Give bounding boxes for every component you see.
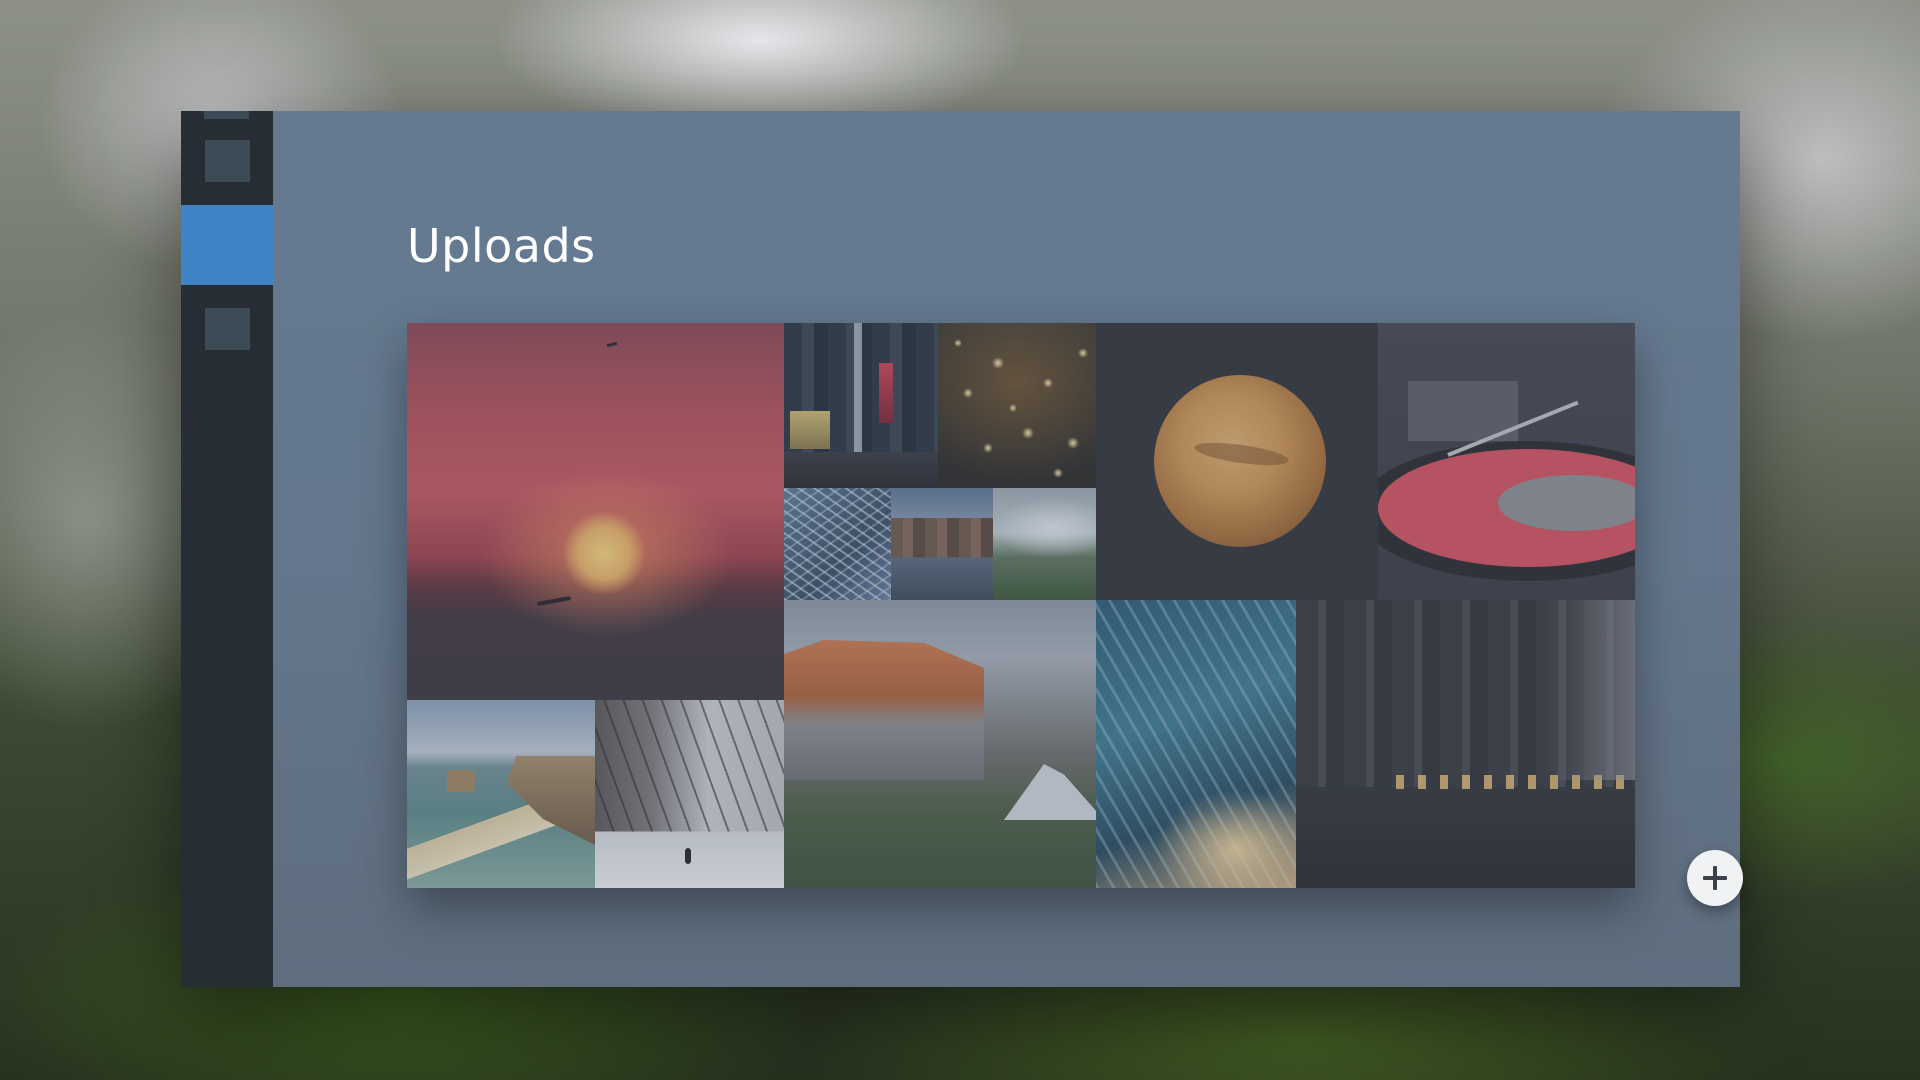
billboard-shape: [790, 411, 830, 449]
nav-square-icon: [204, 140, 250, 182]
sidebar-item-uploads-active[interactable]: [181, 205, 273, 285]
billboard-shape: [879, 363, 893, 423]
fog-shape: [1545, 600, 1635, 780]
sidebar-scroll-stub: [204, 111, 249, 119]
rock-shape: [447, 770, 475, 792]
photo-rainy-city-street[interactable]: [1296, 600, 1635, 888]
photo-pine-branch[interactable]: [784, 488, 891, 600]
record-label-shape: [1498, 475, 1635, 531]
sidebar: [181, 111, 273, 987]
page-title: Uploads: [407, 219, 596, 273]
photo-canal-town[interactable]: [891, 488, 993, 600]
granite-cliff-shape: [784, 640, 984, 780]
crowd-shape: [784, 452, 938, 488]
plus-icon: [1703, 866, 1727, 890]
app-window: Uploads: [181, 111, 1743, 987]
nav-square-icon: [204, 308, 250, 350]
box-shape: [1408, 381, 1518, 441]
tonearm-shape: [1447, 400, 1579, 457]
photo-record-turntable[interactable]: [1378, 323, 1635, 600]
platter-shape: [1378, 441, 1635, 581]
sidebar-item-1[interactable]: [181, 139, 273, 183]
car-lights-shape: [1396, 775, 1626, 789]
cliff-shape: [507, 756, 595, 846]
photo-gallery: [407, 323, 1635, 888]
planet-shape: [1154, 375, 1326, 547]
main-content: Uploads: [273, 111, 1743, 987]
add-upload-button[interactable]: [1687, 850, 1743, 906]
bird-shape: [606, 341, 618, 348]
photo-city-street-signs[interactable]: [784, 323, 938, 488]
photo-ocean-wave[interactable]: [1096, 600, 1296, 888]
photo-crashing-wave[interactable]: [993, 488, 1096, 600]
bird-shape: [536, 596, 572, 606]
sky-shape: [891, 488, 993, 518]
mountain-shape: [1004, 764, 1096, 820]
photo-hanging-light-bulbs[interactable]: [938, 323, 1096, 488]
sidebar-item-3[interactable]: [181, 307, 273, 351]
photo-snowy-street[interactable]: [595, 700, 784, 888]
photo-sunset[interactable]: [407, 323, 784, 700]
photo-coastline-cliffs[interactable]: [407, 700, 595, 888]
person-shape: [685, 848, 691, 864]
photo-el-capitan[interactable]: [784, 600, 1096, 888]
record-shape: [1378, 449, 1635, 567]
photo-mars-planet[interactable]: [1096, 323, 1378, 600]
